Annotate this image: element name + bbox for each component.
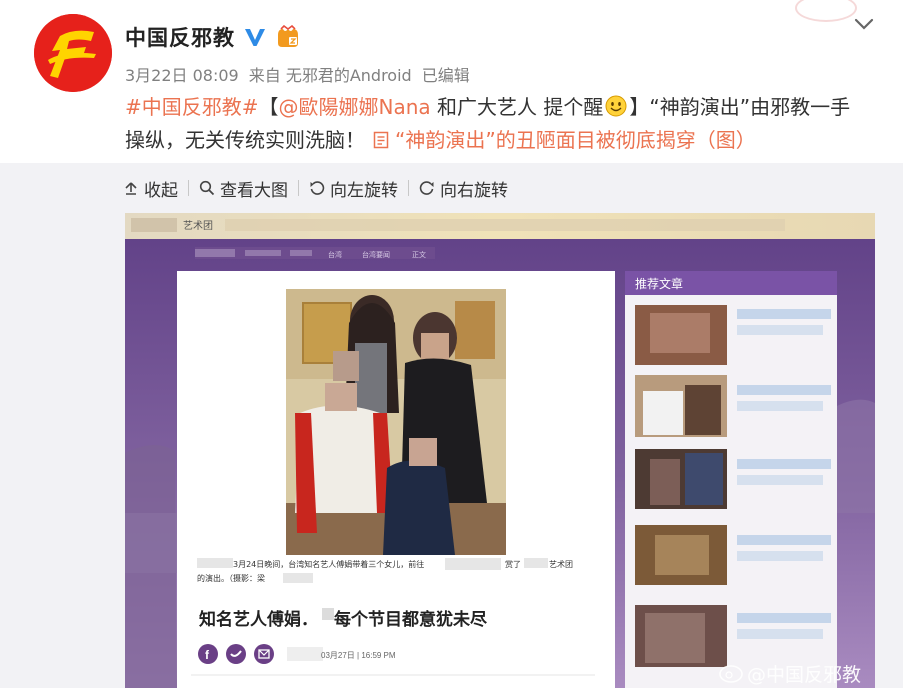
view-large-button[interactable]: 查看大图 (199, 176, 288, 201)
breadcrumb-item: 台湾要闻 (362, 250, 390, 259)
collapse-label: 收起 (144, 180, 178, 201)
photo-caption-tail1: 赏了 (505, 559, 521, 569)
article-headline-part1: 知名艺人傅娟． (198, 609, 318, 630)
toolbar-divider (188, 180, 189, 196)
toolbar-divider (298, 180, 299, 196)
blurred-text (197, 558, 233, 568)
twitter-share-icon (226, 644, 246, 664)
collapse-arrow-icon (125, 182, 137, 195)
magnifier-icon (199, 180, 215, 196)
breadcrumb-item: 台湾 (328, 250, 342, 259)
blurred-text (283, 573, 313, 583)
edited-label[interactable]: 已编辑 (422, 62, 470, 86)
image-toolbar: 收起 查看大图 向左旋转 向右旋转 (123, 174, 508, 202)
smiley-emoji-icon (605, 95, 627, 117)
blurred-text (322, 608, 334, 620)
user-name[interactable]: 中国反邪教 (125, 22, 235, 52)
post-text-part1: 和广大艺人 提个醒 (430, 95, 604, 119)
article-screenshot: 艺术团 台湾 台湾要闻 正文 3月24日晚间，台湾知名艺人傅娟带着三个女儿，前往… (125, 213, 875, 688)
article-link[interactable]: “神韵演出”的丑陋面目被彻底揭穿（图） (395, 128, 756, 152)
top-bar-label: 艺术团 (183, 220, 213, 232)
article-date: 03月27日 | 16:59 PM (321, 651, 396, 660)
photo-caption-line2: 的演出。（摄影：梁 (197, 573, 265, 583)
blurred-crumb (245, 250, 281, 256)
blurred-text (524, 558, 548, 568)
blurred-logo (131, 218, 177, 232)
stamp-decoration (795, 0, 857, 22)
collapse-button[interactable]: 收起 (123, 176, 178, 201)
article-headline-part2: 每个节目都意犹未尽 (334, 609, 488, 630)
fan-medal-icon[interactable] (275, 25, 301, 49)
rotate-left-button[interactable]: 向左旋转 (309, 176, 398, 201)
article-link-icon (373, 131, 389, 149)
post-meta: 3月22日 08:09 来自 无邪君的Android 已编辑 (125, 62, 470, 86)
blurred-author (287, 647, 323, 661)
bracket-open: 【 (258, 95, 279, 119)
photo-caption-line1: 3月24日晚间，台湾知名艺人傅娟带着三个女儿，前往 (233, 559, 424, 569)
blurred-nav (225, 219, 785, 231)
chevron-down-icon[interactable] (852, 12, 876, 36)
avatar[interactable] (34, 14, 112, 92)
post-source: 来自 无邪君的Android (248, 66, 412, 85)
toolbar-divider (408, 180, 409, 196)
logo-icon (34, 14, 112, 92)
breadcrumb-item: 正文 (412, 250, 426, 259)
post-time[interactable]: 3月22日 08:09 (125, 62, 239, 86)
view-large-label: 查看大图 (220, 180, 288, 201)
blurred-text (445, 558, 501, 570)
mention-link[interactable]: @歐陽娜娜Nana (279, 95, 431, 119)
rotate-right-icon (419, 181, 434, 195)
blurred-crumb (195, 249, 235, 257)
rotate-left-icon (310, 181, 325, 195)
rotate-right-label: 向右旋转 (440, 180, 508, 201)
user-name-row: 中国反邪教 (125, 22, 301, 52)
photo-caption-tail2: 艺术团 (549, 559, 573, 569)
rotate-right-button[interactable]: 向右旋转 (419, 176, 508, 201)
watermark-text: @中国反邪教 (747, 664, 861, 686)
post-image[interactable]: 艺术团 台湾 台湾要闻 正文 3月24日晚间，台湾知名艺人傅娟带着三个女儿，前往… (125, 213, 875, 688)
email-share-icon (254, 644, 274, 664)
hashtag-link[interactable]: #中国反邪教# (125, 95, 259, 119)
rotate-left-label: 向左旋转 (330, 180, 398, 201)
post-text: #中国反邪教#【@歐陽娜娜Nana 和广大艺人 提个醒 】“神韵演出”由邪教一手操… (125, 91, 870, 157)
verified-v-icon (245, 29, 265, 46)
article-photo (286, 289, 506, 555)
blurred-crumb (290, 250, 312, 256)
sidebar-title: 推荐文章 (635, 276, 683, 291)
